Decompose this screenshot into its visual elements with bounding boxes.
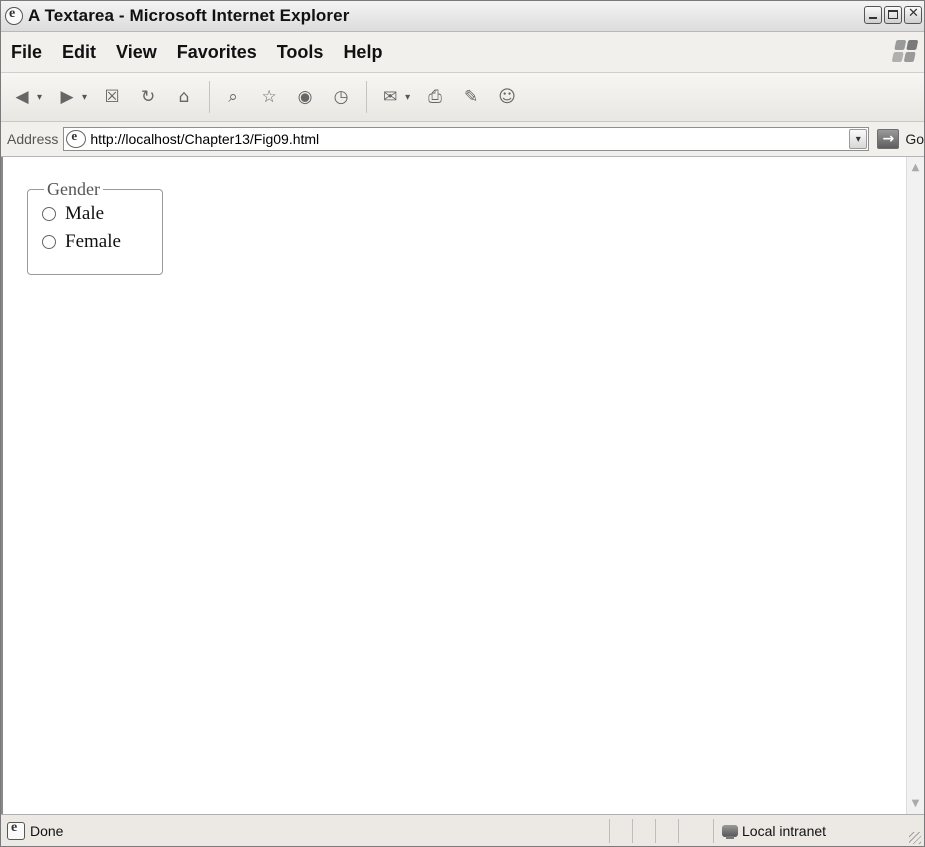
browser-window: A Textarea - Microsoft Internet Explorer… — [0, 0, 925, 847]
page-content: Gender Male Female — [1, 157, 906, 814]
intranet-icon — [722, 825, 738, 839]
forward-dropdown-icon[interactable]: ▾ — [82, 92, 87, 103]
go-label[interactable]: Go — [905, 131, 924, 147]
radio-option-male[interactable]: Male — [42, 200, 162, 228]
menu-bar: File Edit View Favorites Tools Help — [1, 32, 924, 73]
edit-icon[interactable]: ✎ — [458, 84, 484, 110]
close-button[interactable] — [904, 6, 922, 24]
gender-legend: Gender — [47, 179, 100, 199]
page-icon — [66, 128, 87, 148]
maximize-button[interactable] — [884, 6, 902, 24]
favorites-icon[interactable]: ☆ — [256, 84, 282, 110]
standard-toolbar: ◀ ▾ ▶ ▾ ☒ ↻ ⌂ ⌕ ☆ ◉ ◷ ✉ ▾ ⎙ ✎ ☺ — [1, 73, 924, 122]
go-arrow-icon[interactable]: → — [877, 129, 900, 149]
status-panel — [609, 819, 632, 843]
address-label: Address — [7, 131, 59, 147]
mail-dropdown-icon[interactable]: ▾ — [405, 92, 410, 103]
menu-help[interactable]: Help — [341, 40, 384, 65]
menu-view[interactable]: View — [114, 40, 159, 65]
windows-logo-icon — [891, 40, 919, 62]
mail-icon[interactable]: ✉ — [377, 84, 403, 110]
menu-tools[interactable]: Tools — [275, 40, 326, 65]
toolbar-separator — [366, 81, 368, 113]
history-icon[interactable]: ◷ — [328, 84, 354, 110]
print-icon[interactable]: ⎙ — [422, 84, 448, 110]
ie-icon — [5, 6, 23, 25]
back-dropdown-icon[interactable]: ▾ — [37, 92, 42, 103]
address-input[interactable]: http://localhost/Chapter13/Fig09.html ▾ — [63, 127, 870, 151]
gender-fieldset: Gender Male Female — [27, 179, 163, 275]
address-bar: Address http://localhost/Chapter13/Fig09… — [1, 122, 924, 157]
home-icon[interactable]: ⌂ — [171, 84, 197, 110]
forward-icon[interactable]: ▶ — [54, 84, 80, 110]
scroll-down-icon[interactable]: ▼ — [907, 795, 924, 812]
status-text: Done — [30, 823, 64, 839]
minimize-button[interactable] — [864, 6, 882, 24]
toolbar-separator — [209, 81, 211, 113]
search-icon[interactable]: ⌕ — [220, 84, 246, 110]
status-bar: Done Local intranet — [1, 814, 924, 846]
vertical-scrollbar[interactable]: ▲ ▼ — [906, 157, 924, 814]
radio-option-female[interactable]: Female — [42, 228, 162, 256]
page-status-icon — [7, 820, 25, 840]
radio-female[interactable] — [42, 235, 56, 249]
menu-edit[interactable]: Edit — [60, 40, 98, 65]
scroll-up-icon[interactable]: ▲ — [907, 159, 924, 176]
menu-favorites[interactable]: Favorites — [175, 40, 259, 65]
back-icon[interactable]: ◀ — [9, 84, 35, 110]
address-dropdown-icon[interactable]: ▾ — [849, 129, 868, 149]
radio-label-female[interactable]: Female — [65, 231, 121, 253]
status-panel — [655, 819, 678, 843]
security-zone[interactable]: Local intranet — [713, 819, 903, 843]
stop-icon[interactable]: ☒ — [99, 84, 125, 110]
status-panels — [609, 819, 701, 843]
go-button[interactable]: → Go — [877, 129, 924, 149]
window-title: A Textarea - Microsoft Internet Explorer — [28, 6, 350, 25]
resize-grip-icon[interactable] — [909, 832, 921, 844]
title-bar[interactable]: A Textarea - Microsoft Internet Explorer — [1, 1, 924, 32]
radio-male[interactable] — [42, 207, 56, 221]
media-icon[interactable]: ◉ — [292, 84, 318, 110]
refresh-icon[interactable]: ↻ — [135, 84, 161, 110]
status-panel — [678, 819, 701, 843]
zone-label: Local intranet — [742, 823, 827, 839]
radio-label-male[interactable]: Male — [65, 203, 104, 225]
messenger-icon[interactable]: ☺ — [494, 84, 520, 110]
menu-file[interactable]: File — [9, 40, 44, 65]
status-panel — [632, 819, 655, 843]
address-url[interactable]: http://localhost/Chapter13/Fig09.html — [90, 131, 319, 147]
window-controls — [864, 6, 922, 24]
